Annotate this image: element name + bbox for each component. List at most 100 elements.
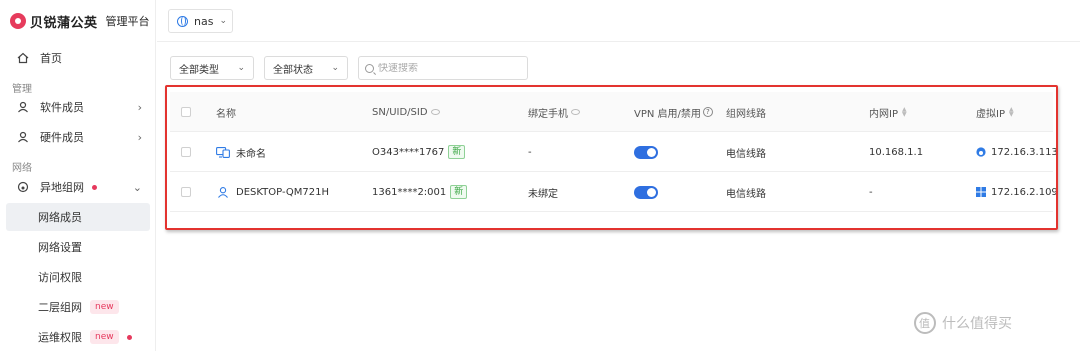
new-badge: new <box>90 330 119 344</box>
sidebar-item-network-settings[interactable]: 网络设置 <box>0 233 156 261</box>
vpn-toggle[interactable] <box>634 145 658 159</box>
sidebar-item-layer2-network[interactable]: 二层组网 new <box>0 293 156 321</box>
sn-cell: O343****1767 新 <box>372 132 466 172</box>
header-vpn: VPN 启用/禁用 ? <box>634 92 713 132</box>
header-name: 名称 <box>216 108 236 120</box>
sidebar-item-hardware-members[interactable]: 硬件成员 › <box>0 123 156 151</box>
help-icon[interactable]: ? <box>702 107 713 117</box>
sidebar: 贝锐蒲公英 管理平台 首页 管理 软件成员 › 硬件成员 › 网络 异地组网 ⌄… <box>0 0 156 351</box>
header-lan-ip[interactable]: 内网IP ▲ ▼ <box>869 92 907 132</box>
vpn-toggle[interactable] <box>634 185 658 199</box>
brand-logo-icon <box>10 13 26 29</box>
new-tag: 新 <box>450 185 468 199</box>
sidebar-item-software-members[interactable]: 软件成员 › <box>0 93 156 121</box>
sidebar-item-label: 异地组网 <box>40 181 84 194</box>
header-lan-ip-label: 内网IP <box>869 108 898 120</box>
search-icon <box>365 63 374 73</box>
chevron-down-icon: ⌄ <box>331 63 339 73</box>
windows-icon <box>976 187 986 197</box>
new-badge: new <box>90 300 119 314</box>
sort-icon: ▲ ▼ <box>901 106 907 118</box>
sn-value: 1361****2:001 <box>372 186 447 198</box>
chevron-right-icon: › <box>137 130 142 144</box>
chevron-down-icon: ⌄ <box>219 16 227 26</box>
watermark-text: 什么值得买 <box>942 316 1012 332</box>
header-sn-label: SN/UID/SID <box>372 106 428 118</box>
sidebar-item-home[interactable]: 首页 <box>0 44 156 72</box>
sn-value: O343****1767 <box>372 146 445 158</box>
header-virtual-ip-label: 虚拟IP <box>976 108 1005 120</box>
user-icon <box>218 186 228 198</box>
sidebar-item-label: 硬件成员 <box>40 131 84 144</box>
sidebar-item-label: 运维权限 <box>38 331 82 344</box>
row-checkbox[interactable] <box>181 172 191 212</box>
virtual-ip-cell: 172.16.2.109 <box>976 172 1058 212</box>
lan-ip-cell: - <box>869 186 873 198</box>
line-cell: 电信线路 <box>726 148 766 160</box>
phone-cell: 未绑定 <box>528 188 558 200</box>
type-filter-select[interactable]: 全部类型 ⌄ <box>170 56 254 80</box>
sidebar-item-access-permissions[interactable]: 访问权限 <box>0 263 156 291</box>
header-vpn-label: VPN 启用/禁用 <box>634 108 701 120</box>
virtual-ip-value: 172.16.2.109 <box>991 186 1058 198</box>
chevron-right-icon: › <box>137 100 142 114</box>
table-row[interactable]: DESKTOP-QM721H 1361****2:001 新 未绑定 电信线路 … <box>170 172 1058 212</box>
header-line: 组网线路 <box>726 108 766 120</box>
sort-icon: ▲ ▼ <box>1008 106 1014 118</box>
notification-dot <box>92 184 97 190</box>
chevron-down-icon: ⌄ <box>237 63 245 73</box>
header-sn: SN/UID/SID <box>372 92 440 132</box>
lan-ip-cell: 10.168.1.1 <box>869 146 924 158</box>
row-checkbox[interactable] <box>181 132 191 172</box>
top-bar: nas ⌄ <box>157 0 1080 42</box>
sidebar-item-network-members[interactable]: 网络成员 <box>6 203 150 231</box>
status-filter-select[interactable]: 全部状态 ⌄ <box>264 56 348 80</box>
chevron-down-icon: ⌄ <box>132 180 142 194</box>
section-label-network: 网络 <box>12 163 32 174</box>
virtual-ip-value: 172.16.3.113 <box>991 146 1058 158</box>
sidebar-item-label: 首页 <box>40 52 62 65</box>
home-icon <box>16 51 30 65</box>
table-header: 名称 SN/UID/SID 绑定手机 VPN 启用/禁用 ? 组网线路 内网IP… <box>170 92 1053 132</box>
status-filter-value: 全部状态 <box>273 64 313 76</box>
member-name: 未命名 <box>236 148 266 160</box>
member-name: DESKTOP-QM721H <box>236 186 330 198</box>
user-icon <box>16 130 30 144</box>
network-selector[interactable]: nas ⌄ <box>168 9 233 33</box>
brand[interactable]: 贝锐蒲公英 管理平台 <box>10 10 150 32</box>
network-name: nas <box>194 14 214 28</box>
sidebar-item-ops-permissions[interactable]: 运维权限 new <box>0 323 156 351</box>
type-filter-value: 全部类型 <box>179 64 219 76</box>
notification-dot <box>126 334 132 340</box>
network-icon <box>16 180 30 194</box>
watermark-logo <box>914 312 936 334</box>
computer-icon <box>216 146 230 158</box>
sidebar-item-remote-network[interactable]: 异地组网 ⌄ <box>0 173 156 201</box>
vpn-toggle-cell <box>634 132 658 172</box>
new-tag: 新 <box>448 145 466 159</box>
eye-icon[interactable] <box>571 109 580 115</box>
sidebar-item-label: 二层组网 <box>38 301 82 314</box>
header-phone: 绑定手机 <box>528 92 580 132</box>
eye-icon[interactable] <box>430 109 440 115</box>
line-cell: 电信线路 <box>726 188 766 200</box>
sn-cell: 1361****2:001 新 <box>372 172 468 212</box>
search-box[interactable] <box>358 56 528 80</box>
header-virtual-ip[interactable]: 虚拟IP ▲ ▼ <box>976 92 1014 132</box>
globe-icon <box>177 15 188 27</box>
phone-cell: - <box>528 146 532 158</box>
member-name-cell[interactable]: 未命名 <box>216 132 266 172</box>
watermark: 什么值得买 <box>914 312 1012 334</box>
sidebar-item-label: 软件成员 <box>40 101 84 114</box>
brand-name: 贝锐蒲公英 <box>30 15 98 31</box>
member-name-cell[interactable]: DESKTOP-QM721H <box>216 172 329 212</box>
user-icon <box>16 100 30 114</box>
table-row[interactable]: 未命名 O343****1767 新 - 电信线路 10.168.1.1 172… <box>170 132 1058 172</box>
header-phone-label: 绑定手机 <box>528 108 568 120</box>
virtual-ip-cell: 172.16.3.113 <box>976 132 1058 172</box>
brand-subtitle: 管理平台 <box>105 15 150 28</box>
search-input[interactable] <box>378 62 518 74</box>
select-all-checkbox[interactable] <box>181 92 191 132</box>
sidebar-item-label: 网络设置 <box>38 241 82 254</box>
sidebar-item-label: 访问权限 <box>38 271 82 284</box>
